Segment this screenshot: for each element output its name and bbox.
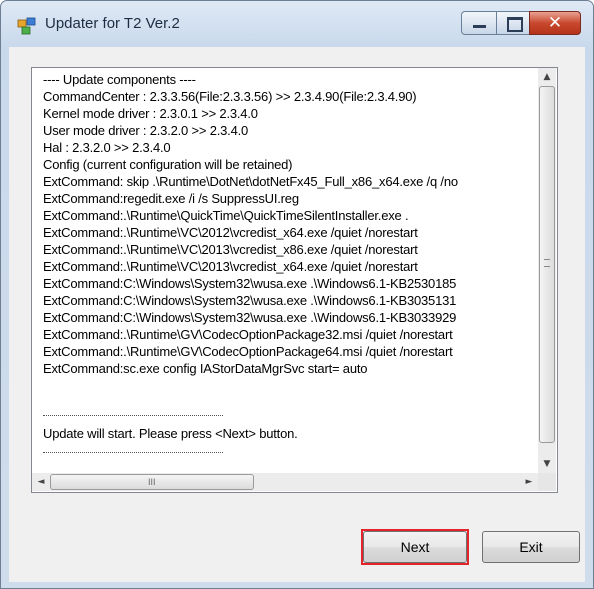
log-line: ExtCommand:.\Runtime\GV\CodecOptionPacka… xyxy=(43,327,453,342)
scroll-down-icon[interactable]: ▼ xyxy=(538,455,556,473)
vertical-scroll-thumb[interactable] xyxy=(539,86,555,443)
log-line: ExtCommand:.\Runtime\VC\2013\vcredist_x8… xyxy=(43,242,418,257)
exit-button[interactable]: Exit xyxy=(482,531,580,563)
log-line: Config (current configuration will be re… xyxy=(43,157,293,172)
log-line: ExtCommand:regedit.exe /i /s SuppressUI.… xyxy=(43,191,299,206)
maximize-button[interactable] xyxy=(496,11,530,35)
log-line: Hal : 2.3.2.0 >> 2.3.4.0 xyxy=(43,140,171,155)
dialog-client-area: ---- Update components ---- CommandCente… xyxy=(9,47,585,582)
log-separator xyxy=(43,452,223,453)
log-line: ExtCommand:C:\Windows\System32\wusa.exe … xyxy=(43,276,457,291)
minimize-icon xyxy=(473,25,486,28)
log-line: ExtCommand:C:\Windows\System32\wusa.exe … xyxy=(43,310,457,325)
log-line: ExtCommand:.\Runtime\VC\2013\vcredist_x6… xyxy=(43,259,418,274)
log-line: CommandCenter : 2.3.3.56(File:2.3.3.56) … xyxy=(43,89,417,104)
update-log-content: ---- Update components ---- CommandCente… xyxy=(32,68,538,473)
window-title: Updater for T2 Ver.2 xyxy=(45,15,180,32)
minimize-button[interactable] xyxy=(461,11,497,35)
log-line: ---- Update components ---- xyxy=(43,72,196,87)
grip-icon xyxy=(544,259,550,267)
log-line: User mode driver : 2.3.2.0 >> 2.3.4.0 xyxy=(43,123,249,138)
log-line: ExtCommand:C:\Windows\System32\wusa.exe … xyxy=(43,293,457,308)
maximize-icon xyxy=(507,17,523,32)
log-line: Kernel mode driver : 2.3.0.1 >> 2.3.4.0 xyxy=(43,106,258,121)
grip-icon: III xyxy=(148,477,156,487)
update-log-textbox[interactable]: ---- Update components ---- CommandCente… xyxy=(31,67,558,493)
log-separator xyxy=(43,415,223,416)
horizontal-scrollbar[interactable]: ◄ III ► xyxy=(32,473,538,491)
updater-window: Updater for T2 Ver.2 ✕ ---- Update compo… xyxy=(0,0,594,589)
next-button-highlight xyxy=(361,529,469,565)
scroll-up-icon[interactable]: ▲ xyxy=(538,68,556,86)
close-icon: ✕ xyxy=(547,13,563,33)
close-button[interactable]: ✕ xyxy=(529,11,581,35)
vertical-scrollbar[interactable]: ▲ ▼ xyxy=(538,68,556,473)
log-line: ExtCommand:.\Runtime\VC\2012\vcredist_x6… xyxy=(43,225,418,240)
scroll-right-icon[interactable]: ► xyxy=(520,473,538,491)
scroll-left-icon[interactable]: ◄ xyxy=(32,473,50,491)
log-line: ExtCommand:.\Runtime\QuickTime\QuickTime… xyxy=(43,208,409,223)
updater-app-icon xyxy=(17,17,36,35)
log-line: ExtCommand:sc.exe config IAStorDataMgrSv… xyxy=(43,361,368,376)
log-line: ExtCommand: skip .\Runtime\DotNet\dotNet… xyxy=(43,174,458,189)
horizontal-scroll-thumb[interactable]: III xyxy=(50,474,254,490)
scrollbar-corner xyxy=(538,473,556,491)
log-line: ExtCommand:.\Runtime\GV\CodecOptionPacka… xyxy=(43,344,453,359)
log-message: Update will start. Please press <Next> b… xyxy=(43,426,298,441)
title-bar[interactable]: Updater for T2 Ver.2 ✕ xyxy=(1,1,593,47)
